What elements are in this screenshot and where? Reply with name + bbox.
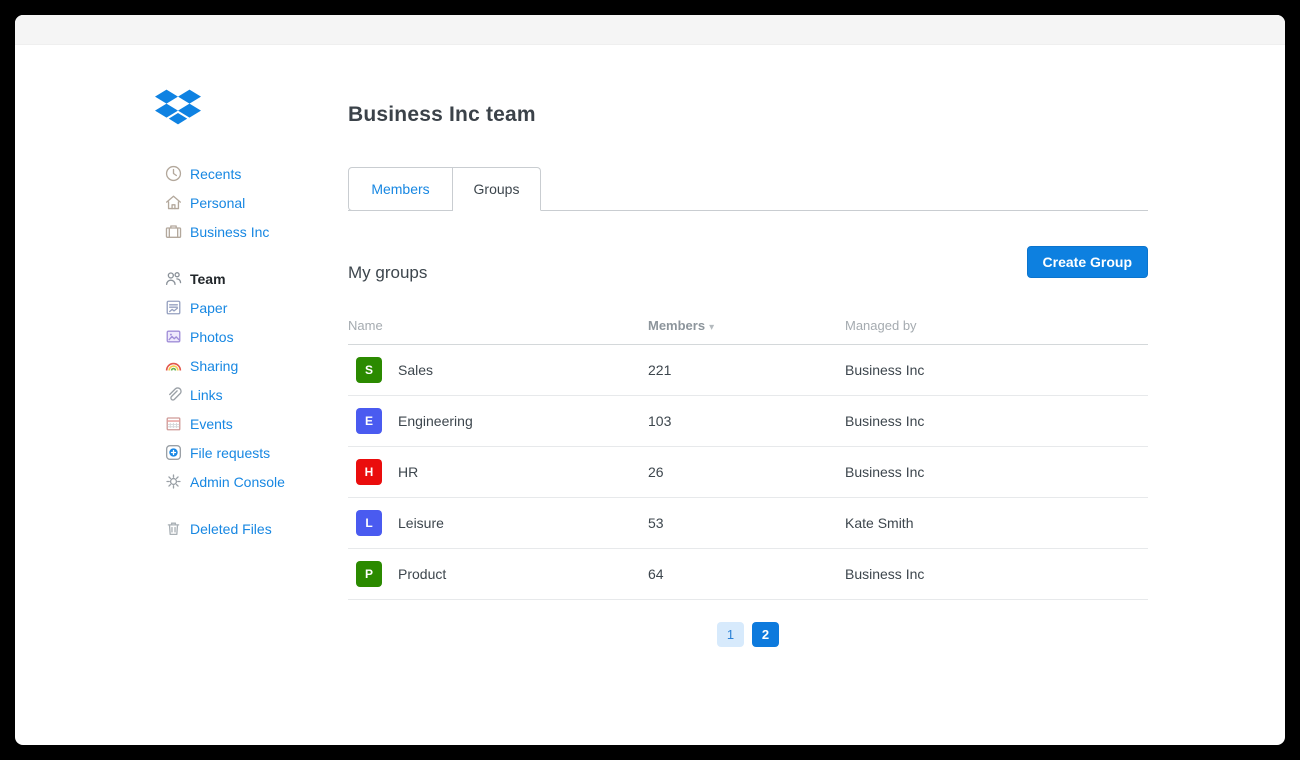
sidebar-item-label: Photos	[190, 328, 234, 345]
pagination: 1 2	[348, 622, 1148, 647]
briefcase-icon	[163, 222, 183, 242]
table-row[interactable]: E Engineering 103 Business Inc	[348, 396, 1148, 447]
group-managed-by-cell: Business Inc	[845, 464, 925, 480]
group-members-cell: 103	[648, 413, 672, 429]
sort-caret-icon: ▾	[709, 321, 715, 333]
group-managed-by-cell: Business Inc	[845, 413, 925, 429]
sidebar-item[interactable]: Recents	[163, 159, 343, 188]
sidebar-item-label: File requests	[190, 444, 271, 461]
sidebar-item-label: Sharing	[190, 357, 239, 374]
gear-icon	[163, 472, 183, 492]
tab-members[interactable]: Members	[348, 167, 453, 211]
trash-icon	[163, 519, 183, 539]
paper-icon	[163, 298, 183, 318]
rainbow-icon	[163, 356, 183, 376]
sidebar-item-label: Team	[190, 270, 226, 287]
paperclip-icon	[163, 385, 183, 405]
table-row[interactable]: S Sales 221 Business Inc	[348, 345, 1148, 396]
sidebar-item-label: Paper	[190, 299, 228, 316]
table-row[interactable]: H HR 26 Business Inc	[348, 447, 1148, 498]
sidebar-item[interactable]: Photos	[163, 322, 343, 351]
sidebar-item[interactable]: Admin Console	[163, 467, 343, 496]
groups-table: Name Members ▾ Managed by S Sales 221 Bus…	[348, 306, 1148, 600]
sidebar-group-deleted: Deleted Files	[163, 514, 343, 543]
dropbox-logo-icon[interactable]	[155, 88, 201, 130]
sidebar-item[interactable]: Paper	[163, 293, 343, 322]
table-row[interactable]: L Leisure 53 Kate Smith	[348, 498, 1148, 549]
sidebar-item-label: Admin Console	[190, 473, 285, 490]
file-request-icon	[163, 443, 183, 463]
tab-bar: Members Groups	[348, 167, 1148, 211]
sidebar-item-label: Personal	[190, 194, 246, 211]
column-header-name[interactable]: Name	[348, 318, 648, 333]
group-initial-badge: H	[356, 459, 382, 485]
page-button[interactable]: 2	[752, 622, 779, 647]
app-window: Recents Personal Business Inc Team Paper	[15, 15, 1285, 745]
sidebar-item[interactable]: Team	[163, 264, 343, 293]
calendar-icon	[163, 414, 183, 434]
group-members-cell: 64	[648, 566, 664, 582]
sidebar-item-label: Deleted Files	[190, 520, 272, 537]
clock-icon	[163, 164, 183, 184]
group-members-cell: 26	[648, 464, 664, 480]
page-button[interactable]: 1	[717, 622, 744, 647]
sidebar-item-label: Recents	[190, 165, 242, 182]
sidebar-item-label: Links	[190, 386, 223, 403]
table-row[interactable]: P Product 64 Business Inc	[348, 549, 1148, 600]
home-icon	[163, 193, 183, 213]
sidebar-item-label: Events	[190, 415, 233, 432]
column-header-members[interactable]: Members ▾	[648, 318, 845, 333]
group-initial-badge: P	[356, 561, 382, 587]
group-initial-badge: S	[356, 357, 382, 383]
team-icon	[163, 269, 183, 289]
group-name-cell: Leisure	[398, 515, 444, 531]
section-head: My groups Create Group	[348, 246, 1148, 282]
sidebar-item[interactable]: Links	[163, 380, 343, 409]
section-title: My groups	[348, 263, 428, 282]
group-name-cell: Sales	[398, 362, 434, 378]
sidebar-group-personal: Recents Personal Business Inc	[163, 159, 343, 246]
sidebar-item[interactable]: Events	[163, 409, 343, 438]
sidebar-group-team: Team Paper Photos Sharing Links Events F…	[163, 264, 343, 496]
group-name-cell: Engineering	[398, 413, 473, 429]
group-members-cell: 53	[648, 515, 664, 531]
group-name-cell: HR	[398, 464, 419, 480]
sidebar-item[interactable]: Business Inc	[163, 217, 343, 246]
sidebar-item[interactable]: Personal	[163, 188, 343, 217]
table-header-row: Name Members ▾ Managed by	[348, 306, 1148, 345]
window-titlebar	[15, 15, 1285, 45]
tab-groups[interactable]: Groups	[453, 167, 541, 211]
group-name-cell: Product	[398, 566, 447, 582]
column-header-managed-by[interactable]: Managed by	[845, 318, 1148, 333]
group-managed-by-cell: Business Inc	[845, 362, 925, 378]
create-group-button[interactable]: Create Group	[1026, 246, 1148, 278]
group-managed-by-cell: Kate Smith	[845, 515, 914, 531]
sidebar-item[interactable]: File requests	[163, 438, 343, 467]
sidebar: Recents Personal Business Inc Team Paper	[163, 159, 343, 561]
page-title: Business Inc team	[348, 103, 536, 126]
group-members-cell: 221	[648, 362, 672, 378]
sidebar-item[interactable]: Sharing	[163, 351, 343, 380]
sidebar-item-label: Business Inc	[190, 223, 270, 240]
group-initial-badge: E	[356, 408, 382, 434]
sidebar-item[interactable]: Deleted Files	[163, 514, 343, 543]
table-body: S Sales 221 Business Inc E Engineering 1…	[348, 345, 1148, 600]
group-managed-by-cell: Business Inc	[845, 566, 925, 582]
photos-icon	[163, 327, 183, 347]
group-initial-badge: L	[356, 510, 382, 536]
